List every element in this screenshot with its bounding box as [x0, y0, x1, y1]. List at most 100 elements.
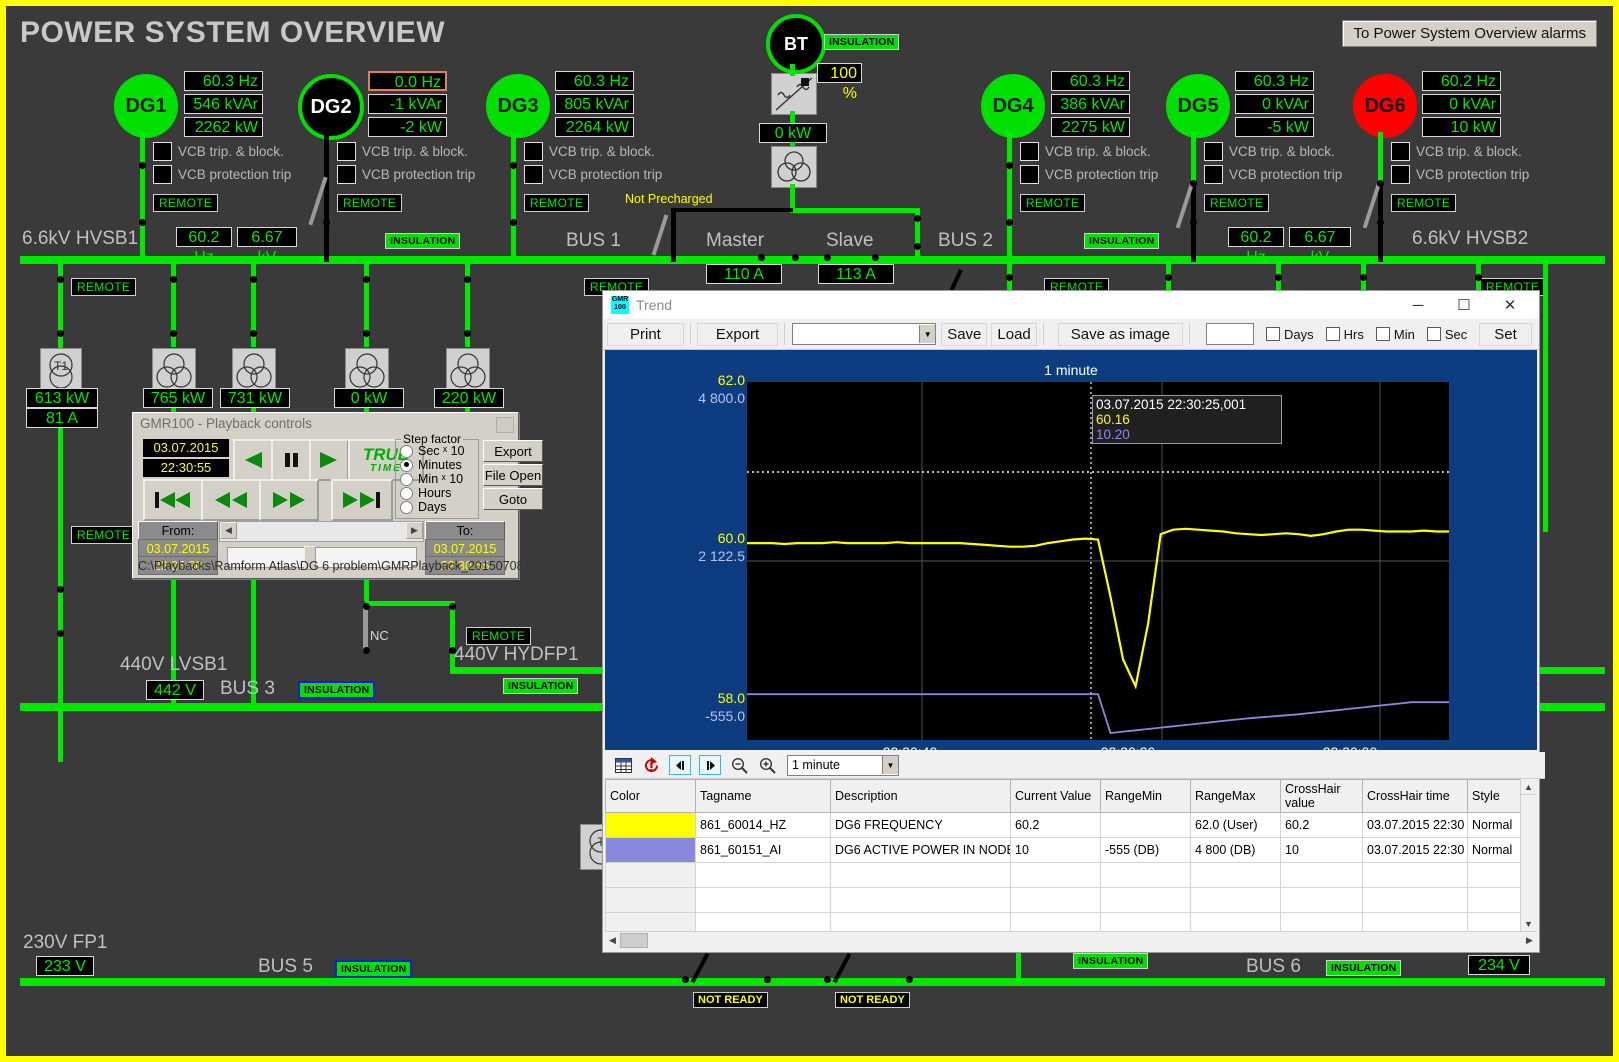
- dg1-vcb-protection-trip-checkbox[interactable]: [153, 165, 172, 184]
- cell-chtime[interactable]: 03.07.2015 22:30: [1362, 837, 1468, 863]
- generator-symbol-dg6[interactable]: DG6: [1353, 74, 1417, 138]
- cell-chtime[interactable]: 03.07.2015 22:30: [1362, 812, 1468, 838]
- cell-color[interactable]: [605, 837, 696, 863]
- bt-transformer-symbol[interactable]: [771, 146, 817, 188]
- preset-combo[interactable]: ▼: [792, 323, 937, 345]
- cell-empty[interactable]: [1467, 887, 1522, 913]
- dg3-vcb-protection-trip-checkbox[interactable]: [524, 165, 543, 184]
- cell-empty[interactable]: [605, 912, 696, 931]
- hrs-checkbox-group[interactable]: Hrs: [1325, 327, 1364, 342]
- cell-empty[interactable]: [695, 887, 831, 913]
- cell-empty[interactable]: [1467, 862, 1522, 888]
- dg3-vcb-protection-trip-row[interactable]: VCB protection trip: [524, 165, 662, 184]
- dg2-vcb-trip-block-checkbox[interactable]: [337, 142, 356, 161]
- dg4-vcb-protection-trip-checkbox[interactable]: [1020, 165, 1039, 184]
- generator-symbol-dg2[interactable]: DG2: [298, 74, 364, 140]
- radio-sec10[interactable]: [400, 444, 413, 458]
- cell-rangemax[interactable]: 4 800 (DB): [1190, 837, 1281, 863]
- table-body[interactable]: 861_60014_HZ DG6 FREQUENCY 60.2 58.0 (User)…: [605, 812, 1522, 931]
- range-combo[interactable]: 1 minute ▼: [787, 754, 899, 776]
- dg3-vcb-trip-block-row[interactable]: VCB trip. & block.: [524, 142, 655, 161]
- cell-description[interactable]: DG6 FREQUENCY: [830, 812, 1011, 838]
- dg1-vcb-protection-trip-row[interactable]: VCB protection trip: [153, 165, 291, 184]
- column-header-2[interactable]: Description: [830, 779, 1011, 813]
- dg4-vcb-trip-block-row[interactable]: VCB trip. & block.: [1020, 142, 1151, 161]
- column-header-3[interactable]: Current Value: [1010, 779, 1101, 813]
- table-icon[interactable]: [613, 756, 633, 774]
- cell-style[interactable]: Normal: [1467, 837, 1522, 863]
- cell-empty[interactable]: [695, 862, 831, 888]
- dg3-vcb-trip-block-checkbox[interactable]: [524, 142, 543, 161]
- column-header-5[interactable]: RangeMax: [1190, 779, 1281, 813]
- table-row-empty[interactable]: [605, 862, 1522, 888]
- alarms-button[interactable]: To Power System Overview alarms: [1342, 20, 1597, 47]
- cell-rangemin[interactable]: 58.0 (User): [1100, 812, 1191, 838]
- cell-empty[interactable]: [1362, 862, 1468, 888]
- chart-plot-area[interactable]: 03.07.2015 22:30:25,001 60.16 10.20: [747, 382, 1449, 740]
- trend-titlebar[interactable]: GMR 100 Trend ─ ☐ ✕: [603, 291, 1539, 319]
- step-forward-icon[interactable]: [699, 755, 721, 775]
- column-header-1[interactable]: Tagname: [695, 779, 831, 813]
- export-button[interactable]: Export: [696, 322, 779, 346]
- scroll-right-button[interactable]: ▶: [406, 522, 423, 539]
- dg5-vcb-protection-trip-row[interactable]: VCB protection trip: [1204, 165, 1342, 184]
- cell-empty[interactable]: [605, 862, 696, 888]
- step-option-min10[interactable]: Min ˣ 10: [400, 472, 478, 486]
- scroll-down-button[interactable]: ▼: [1521, 916, 1536, 931]
- cell-empty[interactable]: [1190, 862, 1281, 888]
- radio-min10[interactable]: [400, 472, 413, 486]
- table-row-empty[interactable]: [605, 912, 1522, 931]
- dg6-vcb-protection-trip-checkbox[interactable]: [1391, 165, 1410, 184]
- column-header-4[interactable]: RangeMin: [1100, 779, 1191, 813]
- dg4-vcb-trip-block-checkbox[interactable]: [1020, 142, 1039, 161]
- days-checkbox-group[interactable]: Days: [1266, 327, 1314, 342]
- cell-rangemax[interactable]: 62.0 (User): [1190, 812, 1281, 838]
- cell-empty[interactable]: [1362, 887, 1468, 913]
- column-header-8[interactable]: Style: [1467, 779, 1522, 813]
- trend-data-grid[interactable]: Color Tagname Description Current Value Rang…: [605, 779, 1537, 931]
- column-header-0[interactable]: Color: [605, 779, 696, 813]
- playback-rewind-button[interactable]: [233, 439, 273, 481]
- playback-scrollbar[interactable]: ◀ ▶: [219, 521, 424, 542]
- cell-empty[interactable]: [695, 912, 831, 931]
- cell-empty[interactable]: [1010, 887, 1101, 913]
- cell-empty[interactable]: [1100, 862, 1191, 888]
- sec-checkbox-group[interactable]: Sec: [1426, 327, 1467, 342]
- cell-empty[interactable]: [1280, 862, 1363, 888]
- playback-file-open-button[interactable]: File Open: [483, 464, 543, 486]
- dg4-vcb-protection-trip-row[interactable]: VCB protection trip: [1020, 165, 1158, 184]
- playback-fast-rewind-button[interactable]: [201, 479, 261, 521]
- playback-skip-start-button[interactable]: [143, 479, 203, 521]
- cell-style[interactable]: Normal: [1467, 812, 1522, 838]
- dg5-vcb-trip-block-row[interactable]: VCB trip. & block.: [1204, 142, 1335, 161]
- scroll-up-button[interactable]: ▲: [1521, 779, 1536, 795]
- dg2-vcb-protection-trip-checkbox[interactable]: [337, 165, 356, 184]
- step-option-hours[interactable]: Hours: [400, 486, 478, 500]
- dg5-vcb-protection-trip-checkbox[interactable]: [1204, 165, 1223, 184]
- cell-empty[interactable]: [605, 887, 696, 913]
- dg1-vcb-trip-block-row[interactable]: VCB trip. & block.: [153, 142, 284, 161]
- range-chevron-down-icon[interactable]: ▼: [882, 756, 898, 774]
- cell-tagname[interactable]: 861_60151_AI: [695, 837, 831, 863]
- generator-symbol-dg3[interactable]: DG3: [486, 74, 550, 138]
- playback-export-button[interactable]: Export: [483, 440, 543, 462]
- grid-vertical-scrollbar[interactable]: ▲ ▼: [1520, 779, 1537, 931]
- cell-chvalue[interactable]: 60.2: [1280, 812, 1363, 838]
- cell-color[interactable]: [605, 812, 696, 838]
- dg6-vcb-trip-block-row[interactable]: VCB trip. & block.: [1391, 142, 1522, 161]
- cell-empty[interactable]: [1010, 862, 1101, 888]
- playback-pause-button[interactable]: [271, 439, 311, 481]
- chevron-down-icon[interactable]: ▼: [919, 325, 936, 343]
- cell-empty[interactable]: [830, 887, 1011, 913]
- radio-hours[interactable]: [400, 486, 413, 500]
- table-row[interactable]: 861_60014_HZ DG6 FREQUENCY 60.2 58.0 (User)…: [605, 812, 1522, 838]
- hscroll-thumb[interactable]: [620, 933, 648, 948]
- interval-input[interactable]: [1206, 323, 1255, 345]
- playback-play-button[interactable]: [309, 439, 349, 481]
- load-button[interactable]: Load: [991, 322, 1037, 346]
- playback-minimize-button[interactable]: [496, 417, 514, 433]
- generator-symbol-dg4[interactable]: DG4: [981, 74, 1045, 138]
- generator-symbol-dg5[interactable]: DG5: [1166, 74, 1230, 138]
- playback-controls-dialog[interactable]: GMR100 - Playback controls 03.07.2015 22…: [132, 412, 543, 579]
- cell-empty[interactable]: [1100, 887, 1191, 913]
